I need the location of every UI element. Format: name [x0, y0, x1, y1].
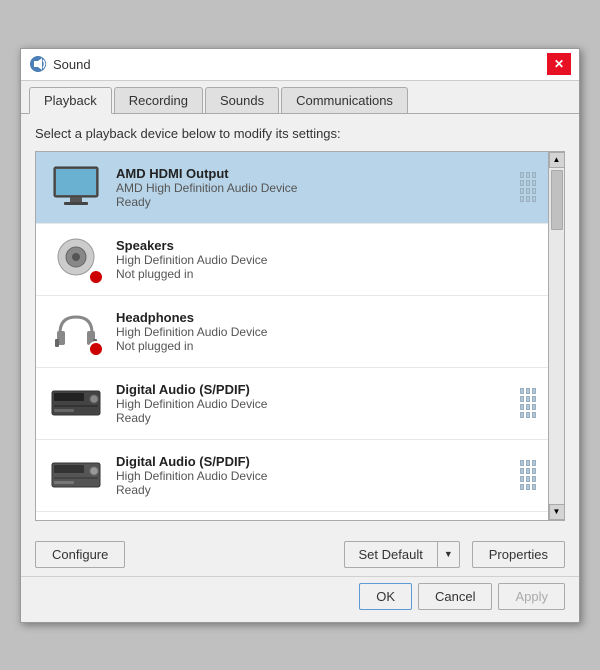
device-info: AMD HDMI Output AMD High Definition Audi… [116, 166, 518, 209]
device-name: Digital Audio (S/PDIF) [116, 454, 518, 469]
device-driver: High Definition Audio Device [116, 253, 538, 267]
device-driver: High Definition Audio Device [116, 469, 518, 483]
title-bar-left: Sound [29, 55, 91, 73]
list-item[interactable]: AMD HDMI Output AMD High Definition Audi… [36, 152, 548, 224]
device-list: AMD HDMI Output AMD High Definition Audi… [36, 152, 548, 520]
configure-button[interactable]: Configure [35, 541, 125, 568]
instruction-text: Select a playback device below to modify… [35, 126, 565, 141]
headphone-icon [46, 304, 106, 359]
device-name: AMD HDMI Output [116, 166, 518, 181]
device-info: Digital Audio (S/PDIF) High Definition A… [116, 454, 518, 497]
list-item[interactable]: Digital Audio (S/PDIF) High Definition A… [36, 368, 548, 440]
device-name: Speakers [116, 238, 538, 253]
device-info: Digital Audio (S/PDIF) High Definition A… [116, 382, 518, 425]
list-item[interactable]: Headphones High Definition Audio Device … [36, 296, 548, 368]
speaker-icon [46, 232, 106, 287]
level-bars [518, 384, 538, 422]
tab-communications[interactable]: Communications [281, 87, 408, 113]
cancel-button[interactable]: Cancel [418, 583, 492, 610]
sound-dialog: Sound ✕ Playback Recording Sounds Commun… [20, 48, 580, 623]
not-plugged-badge [88, 341, 104, 357]
device-driver: AMD High Definition Audio Device [116, 181, 518, 195]
device-driver: High Definition Audio Device [116, 397, 518, 411]
digital2-svg [50, 451, 102, 499]
sound-app-icon [29, 55, 47, 73]
properties-button[interactable]: Properties [472, 541, 565, 568]
device-driver: High Definition Audio Device [116, 325, 538, 339]
level-bars [518, 456, 538, 494]
device-status: Not plugged in [116, 339, 538, 353]
level-bars [518, 168, 538, 206]
list-item[interactable]: Speakers High Definition Audio Device No… [36, 224, 548, 296]
device-status: Ready [116, 195, 518, 209]
device-status: Not plugged in [116, 267, 538, 281]
tab-recording[interactable]: Recording [114, 87, 203, 113]
scroll-track [549, 168, 564, 504]
ok-button[interactable]: OK [359, 583, 412, 610]
main-content: Select a playback device below to modify… [21, 114, 579, 533]
set-default-arrow-button[interactable]: ▼ [437, 541, 460, 568]
tab-sounds[interactable]: Sounds [205, 87, 279, 113]
scroll-up-button[interactable]: ▲ [549, 152, 565, 168]
apply-button[interactable]: Apply [498, 583, 565, 610]
digital-svg [50, 379, 102, 427]
tab-playback[interactable]: Playback [29, 87, 112, 114]
tab-bar: Playback Recording Sounds Communications [21, 81, 579, 114]
device-name: Headphones [116, 310, 538, 325]
monitor-svg [50, 163, 102, 211]
dialog-title: Sound [53, 57, 91, 72]
device-name: Digital Audio (S/PDIF) [116, 382, 518, 397]
set-default-group: Set Default ▼ [344, 541, 460, 568]
title-bar: Sound ✕ [21, 49, 579, 81]
scroll-down-button[interactable]: ▼ [549, 504, 565, 520]
monitor-icon [46, 160, 106, 215]
set-default-button[interactable]: Set Default [344, 541, 437, 568]
close-button[interactable]: ✕ [547, 53, 571, 75]
scrollbar[interactable]: ▲ ▼ [548, 152, 564, 520]
dialog-footer: OK Cancel Apply [21, 576, 579, 622]
bottom-button-bar: Configure Set Default ▼ Properties [21, 533, 579, 576]
device-info: Headphones High Definition Audio Device … [116, 310, 538, 353]
device-status: Ready [116, 411, 518, 425]
digital-audio-icon [46, 376, 106, 431]
not-plugged-badge [88, 269, 104, 285]
device-list-container: AMD HDMI Output AMD High Definition Audi… [35, 151, 565, 521]
list-item[interactable]: Digital Audio (S/PDIF) High Definition A… [36, 440, 548, 512]
digital-audio-2-icon [46, 448, 106, 503]
scroll-thumb[interactable] [551, 170, 563, 230]
device-info: Speakers High Definition Audio Device No… [116, 238, 538, 281]
device-status: Ready [116, 483, 518, 497]
